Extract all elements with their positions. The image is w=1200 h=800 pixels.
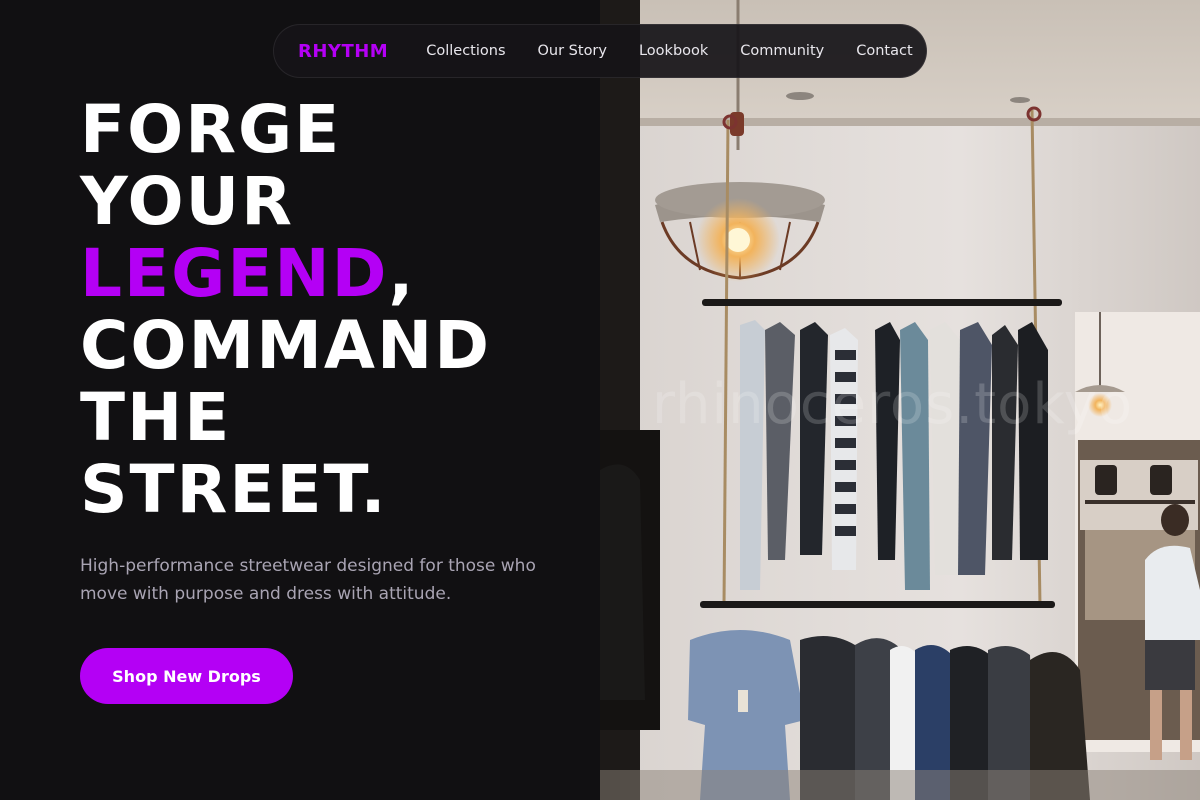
hero-headline: FORGE YOUR LEGEND, COMMAND THE STREET.	[80, 94, 491, 526]
headline-line: FORGE	[80, 91, 342, 168]
image-watermark: rhinoceros.tokyo	[652, 372, 1134, 437]
brand-logo[interactable]: RHYTHM	[298, 41, 388, 62]
hero-subtext: High-performance streetwear designed for…	[80, 556, 536, 604]
nav-lookbook[interactable]: Lookbook	[639, 43, 708, 59]
nav-collections[interactable]: Collections	[426, 43, 505, 59]
headline-line: COMMAND	[80, 307, 491, 384]
nav-contact[interactable]: Contact	[856, 43, 912, 59]
hero-store-image: rhinoceros.tokyo	[600, 0, 1200, 800]
headline-accent-word: LEGEND	[80, 235, 389, 312]
headline-line: THE	[80, 379, 232, 456]
headline-line: STREET.	[80, 451, 388, 528]
headline-line: YOUR	[80, 163, 294, 240]
top-navigation: RHYTHM Collections Our Story Lookbook Co…	[273, 24, 927, 78]
headline-line: LEGEND,	[80, 238, 491, 310]
nav-community[interactable]: Community	[740, 43, 824, 59]
nav-our-story[interactable]: Our Story	[538, 43, 607, 59]
headline-punctuation: ,	[388, 235, 416, 312]
hero-section: FORGE YOUR LEGEND, COMMAND THE STREET. H…	[0, 0, 600, 800]
shop-new-drops-button[interactable]: Shop New Drops	[80, 648, 293, 704]
